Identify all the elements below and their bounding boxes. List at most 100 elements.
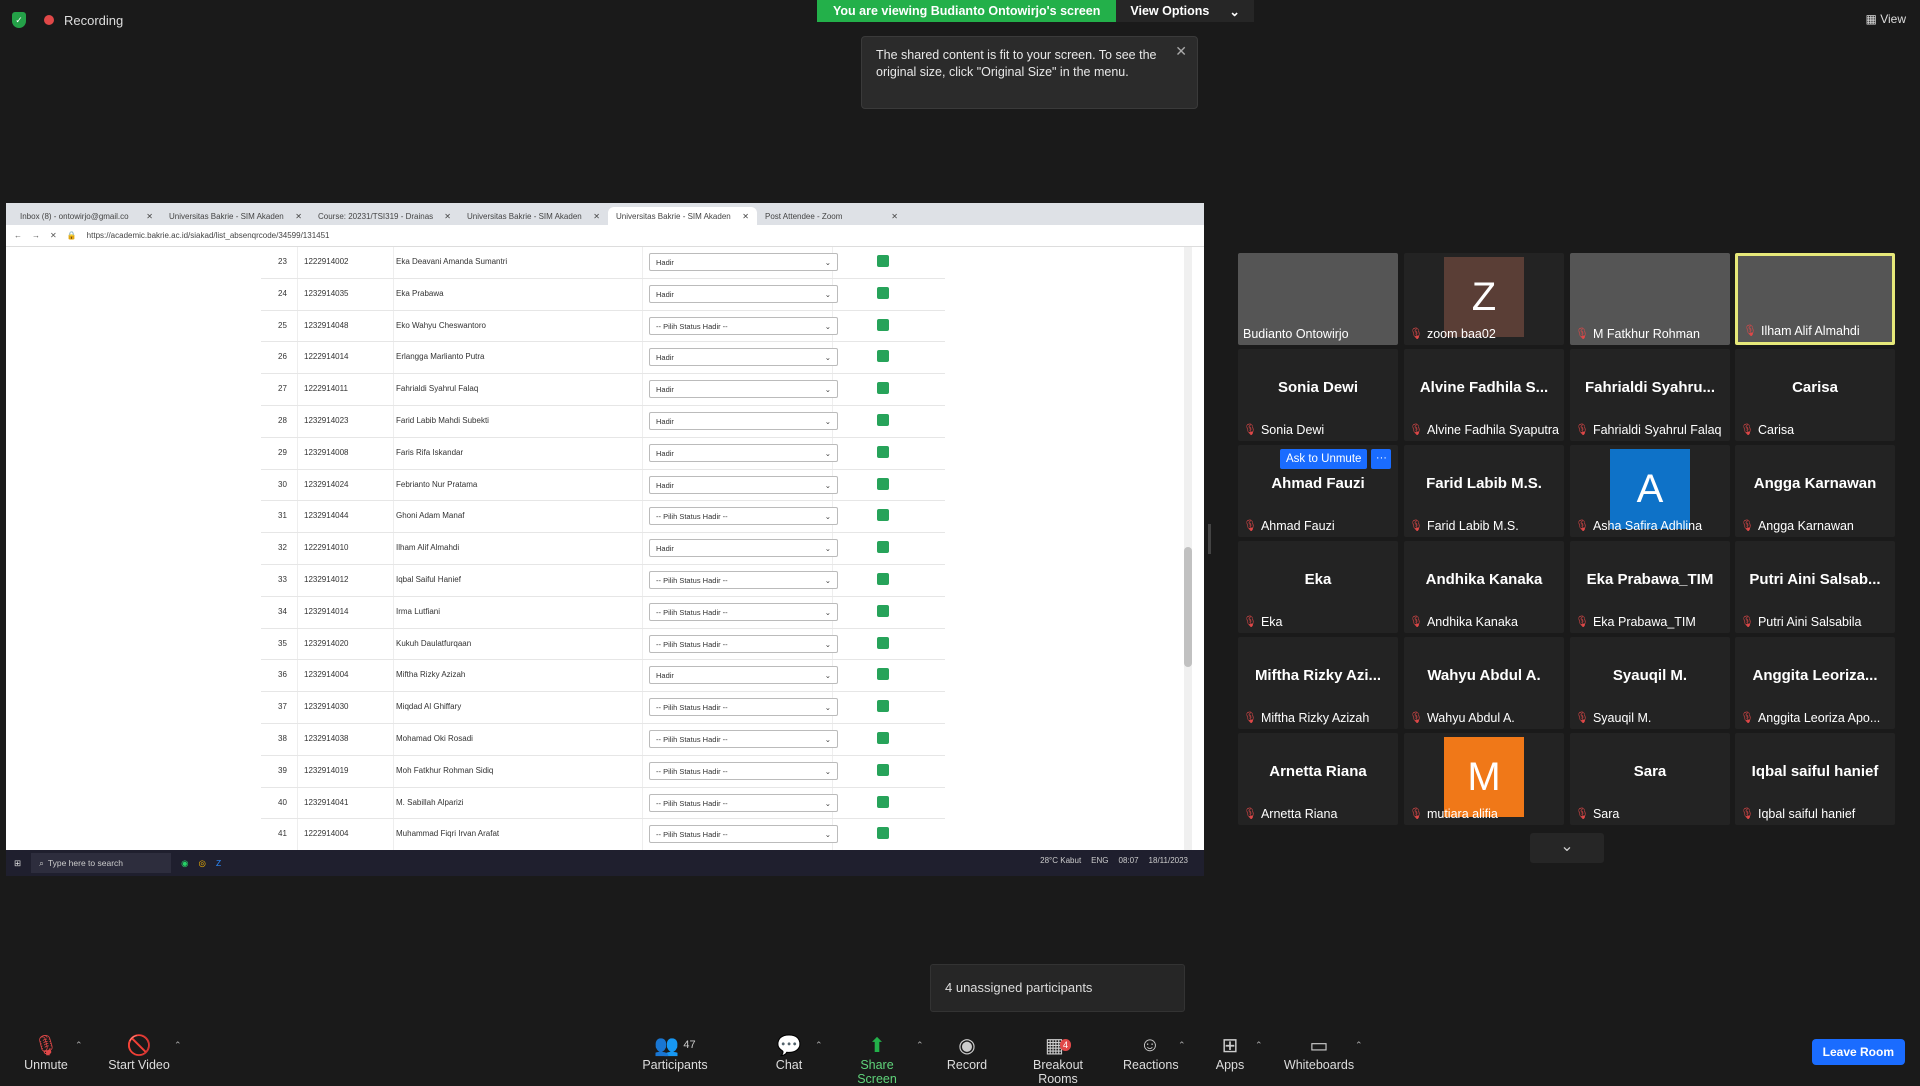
save-icon[interactable] xyxy=(877,350,889,363)
unmute-button[interactable]: 🎙 Unmute ⌃ xyxy=(20,1032,82,1073)
apps-options-caret[interactable]: ⌃ xyxy=(1255,1040,1263,1051)
attendance-status-select[interactable]: Hadir ⌄ xyxy=(649,411,838,430)
page-scrollbar[interactable] xyxy=(1184,247,1192,850)
participant-tile[interactable]: A 🎙 Asha Safira Adhlina xyxy=(1570,445,1730,537)
participant-tile[interactable]: Budianto Ontowirjo xyxy=(1238,253,1398,345)
participant-tile[interactable]: Putri Aini Salsab... 🎙 Putri Aini Salsabil… xyxy=(1735,541,1895,633)
attendance-status-select[interactable]: Hadir ⌄ xyxy=(649,284,838,303)
attendance-status-select[interactable]: -- Pilih Status Hadir -- ⌄ xyxy=(649,507,838,526)
chat-options-caret[interactable]: ⌃ xyxy=(815,1040,823,1051)
tab-close-icon[interactable]: ✕ xyxy=(891,212,898,221)
attendance-status-select[interactable]: Hadir ⌄ xyxy=(649,348,838,367)
forward-icon[interactable]: → xyxy=(32,231,40,240)
save-icon[interactable] xyxy=(877,795,889,808)
share-screen-button[interactable]: ⬆ Share Screen ⌃ xyxy=(840,1032,923,1086)
ask-to-unmute-button[interactable]: Ask to Unmute xyxy=(1280,449,1368,469)
participant-tile[interactable]: Andhika Kanaka 🎙 Andhika Kanaka xyxy=(1404,541,1564,633)
participant-tile[interactable]: Anggita Leoriza... 🎙 Anggita Leoriza Apo..… xyxy=(1735,637,1895,729)
save-icon[interactable] xyxy=(877,477,889,490)
attendance-status-select[interactable]: -- Pilih Status Hadir -- ⌄ xyxy=(649,793,838,812)
attendance-status-select[interactable]: Hadir ⌄ xyxy=(649,475,838,494)
attendance-status-select[interactable]: -- Pilih Status Hadir -- ⌄ xyxy=(649,698,838,717)
browser-tab[interactable]: Inbox (8) - ontowirjo@gmail.co ✕ xyxy=(12,207,161,225)
participant-tile[interactable]: 🎙 M Fatkhur Rohman xyxy=(1570,253,1730,345)
save-icon[interactable] xyxy=(877,318,889,331)
reactions-options-caret[interactable]: ⌃ xyxy=(1178,1040,1186,1051)
whiteboards-button[interactable]: ▭ Whiteboards ⌃ xyxy=(1283,1032,1363,1073)
taskbar-search[interactable]: ⌕ Type here to search xyxy=(31,853,172,873)
attendance-status-select[interactable]: Hadir ⌄ xyxy=(649,539,838,558)
browser-tab[interactable]: Universitas Bakrie - SIM Akaden ✕ xyxy=(608,207,757,225)
windows-start-icon[interactable]: ⊞ xyxy=(14,858,21,869)
save-icon[interactable] xyxy=(877,827,889,840)
participant-tile[interactable]: Angga Karnawan 🎙 Angga Karnawan xyxy=(1735,445,1895,537)
save-icon[interactable] xyxy=(877,382,889,395)
chrome-icon[interactable]: ◎ xyxy=(199,858,206,869)
reactions-button[interactable]: ☺ Reactions ⌃ xyxy=(1123,1032,1186,1073)
participant-tile[interactable]: Carisa 🎙 Carisa xyxy=(1735,349,1895,441)
participant-tile[interactable]: Miftha Rizky Azi... 🎙 Miftha Rizky Azizah xyxy=(1238,637,1398,729)
scrollbar-thumb[interactable] xyxy=(1184,547,1192,667)
attendance-status-select[interactable]: -- Pilih Status Hadir -- ⌄ xyxy=(649,825,838,844)
attendance-status-select[interactable]: -- Pilih Status Hadir -- ⌄ xyxy=(649,729,838,748)
tab-close-icon[interactable]: ✕ xyxy=(593,212,600,221)
participant-tile[interactable]: Arnetta Riana 🎙 Arnetta Riana xyxy=(1238,733,1398,825)
browser-tab[interactable]: Course: 20231/TSI319 - Drainas ✕ xyxy=(310,207,459,225)
save-icon[interactable] xyxy=(877,286,889,299)
attendance-status-select[interactable]: -- Pilih Status Hadir -- ⌄ xyxy=(649,316,838,335)
save-icon[interactable] xyxy=(877,255,889,267)
close-icon[interactable]: ✕ xyxy=(1175,43,1187,60)
participant-tile[interactable]: Alvine Fadhila S... 🎙 Alvine Fadhila Syapu… xyxy=(1404,349,1564,441)
panel-divider-handle[interactable] xyxy=(1208,524,1211,554)
participant-tile[interactable]: Farid Labib M.S. 🎙 Farid Labib M.S. xyxy=(1404,445,1564,537)
participant-tile[interactable]: Ahmad Fauzi Ask to Unmute ··· 🎙 Ahmad Fauzi xyxy=(1238,445,1398,537)
security-shield-icon[interactable]: ✓ xyxy=(12,12,26,28)
more-options-icon[interactable]: ··· xyxy=(1371,449,1392,469)
participant-tile[interactable]: Iqbal saiful hanief 🎙 Iqbal saiful hanief xyxy=(1735,733,1895,825)
zoom-app-icon[interactable]: Z xyxy=(216,858,221,868)
attendance-status-select[interactable]: -- Pilih Status Hadir -- ⌄ xyxy=(649,761,838,780)
record-button[interactable]: ◉ Record xyxy=(945,1032,989,1073)
participant-tile[interactable]: M 🎙 mutiara alifia xyxy=(1404,733,1564,825)
participants-button[interactable]: 👥 47 Participants xyxy=(640,1032,710,1073)
attendance-status-select[interactable]: -- Pilih Status Hadir -- ⌄ xyxy=(649,570,838,589)
browser-tab[interactable]: Universitas Bakrie - SIM Akaden ✕ xyxy=(161,207,310,225)
audio-options-caret[interactable]: ⌃ xyxy=(75,1040,83,1051)
tab-close-icon[interactable]: ✕ xyxy=(444,212,451,221)
save-icon[interactable] xyxy=(877,541,889,554)
save-icon[interactable] xyxy=(877,700,889,713)
gallery-more-chevron[interactable]: ⌄ xyxy=(1530,833,1604,863)
browser-tab[interactable]: Universitas Bakrie - SIM Akaden ✕ xyxy=(459,207,608,225)
save-icon[interactable] xyxy=(877,445,889,458)
chat-button[interactable]: 💬 Chat ⌃ xyxy=(767,1032,823,1073)
video-options-caret[interactable]: ⌃ xyxy=(174,1040,182,1051)
participant-tile[interactable]: Wahyu Abdul A. 🎙 Wahyu Abdul A. xyxy=(1404,637,1564,729)
attendance-status-select[interactable]: Hadir ⌄ xyxy=(649,666,838,685)
save-icon[interactable] xyxy=(877,604,889,617)
save-icon[interactable] xyxy=(877,509,889,522)
back-icon[interactable]: ← xyxy=(14,231,22,240)
participant-tile[interactable]: Fahrialdi Syahru... 🎙 Fahrialdi Syahrul Fa… xyxy=(1570,349,1730,441)
whiteboards-options-caret[interactable]: ⌃ xyxy=(1355,1040,1363,1051)
participant-tile[interactable]: Syauqil M. 🎙 Syauqil M. xyxy=(1570,637,1730,729)
browser-address-bar[interactable]: ← → ✕ 🔒 https://academic.bakrie.ac.id/si… xyxy=(6,225,1204,247)
save-icon[interactable] xyxy=(877,763,889,776)
tab-close-icon[interactable]: ✕ xyxy=(742,212,749,221)
participant-tile[interactable]: Eka 🎙 Eka xyxy=(1238,541,1398,633)
attendance-status-select[interactable]: Hadir ⌄ xyxy=(649,253,838,271)
save-icon[interactable] xyxy=(877,668,889,681)
attendance-status-select[interactable]: -- Pilih Status Hadir -- ⌄ xyxy=(649,602,838,621)
view-options-button[interactable]: View Options ⌄ xyxy=(1116,0,1254,22)
save-icon[interactable] xyxy=(877,572,889,585)
participant-tile[interactable]: 🎙 Ilham Alif Almahdi xyxy=(1735,253,1895,345)
save-icon[interactable] xyxy=(877,731,889,744)
breakout-rooms-button[interactable]: ▦ 4 Breakout Rooms xyxy=(1013,1032,1103,1086)
participant-tile[interactable]: Z 🎙 zoom baa02 xyxy=(1404,253,1564,345)
save-icon[interactable] xyxy=(877,413,889,426)
attendance-status-select[interactable]: Hadir ⌄ xyxy=(649,380,838,399)
tab-close-icon[interactable]: ✕ xyxy=(146,212,153,221)
view-button[interactable]: ▦ View xyxy=(1866,12,1906,26)
whatsapp-icon[interactable]: ◉ xyxy=(181,858,188,869)
recording-indicator[interactable]: ✓ Recording xyxy=(12,12,123,28)
reload-icon[interactable]: ✕ xyxy=(50,231,57,240)
